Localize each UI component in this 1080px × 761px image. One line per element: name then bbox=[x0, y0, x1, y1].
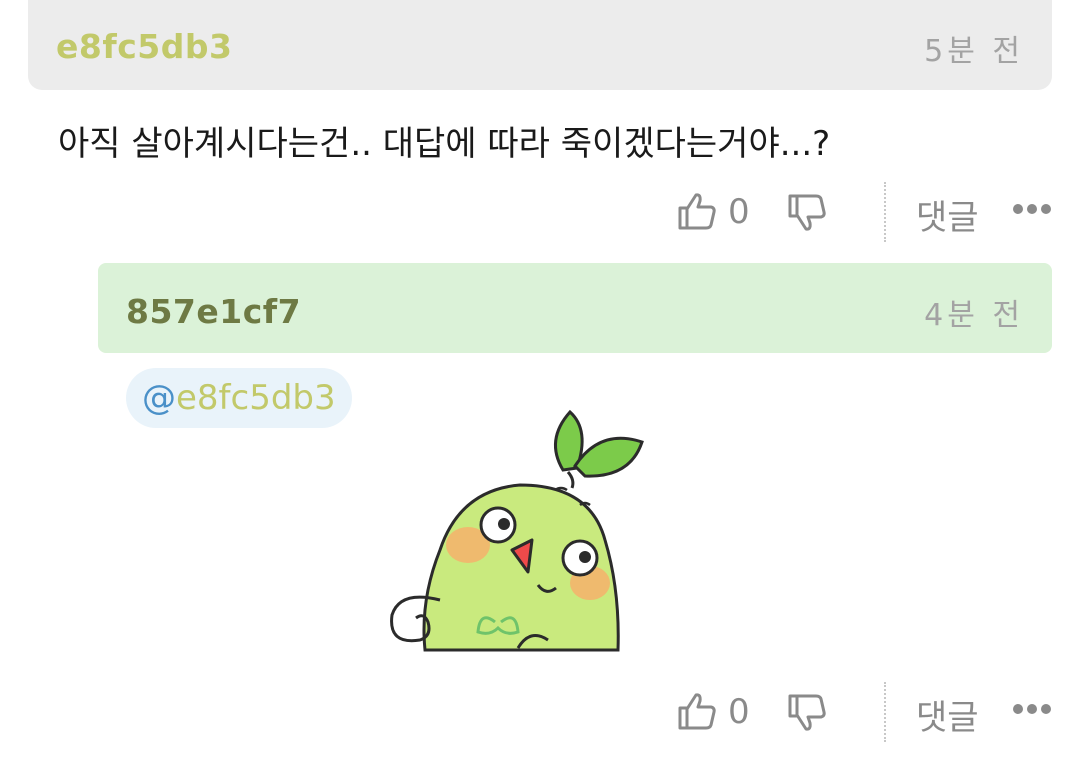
reply-button[interactable]: 댓글 bbox=[916, 690, 979, 739]
action-divider bbox=[884, 682, 886, 742]
comment-text: 아직 살아계시다는건.. 대답에 따라 죽이겠다는거야...? bbox=[58, 124, 831, 164]
reply-actions: 0 댓글 bbox=[670, 682, 1060, 742]
more-dots-icon bbox=[1013, 704, 1051, 714]
like-button[interactable] bbox=[676, 690, 718, 736]
reply-button[interactable]: 댓글 bbox=[916, 190, 979, 239]
like-button[interactable] bbox=[676, 190, 718, 236]
reply-header: 857e1cf7 4분 전 bbox=[98, 263, 1052, 353]
more-dots-icon bbox=[1013, 204, 1051, 214]
comment-actions: 0 댓글 bbox=[670, 182, 1060, 242]
sticker-image bbox=[380, 400, 650, 664]
like-count: 0 bbox=[728, 192, 750, 232]
thumbs-up-icon bbox=[678, 193, 716, 230]
more-button[interactable] bbox=[1012, 194, 1052, 228]
like-count: 0 bbox=[728, 692, 750, 732]
thumbs-up-icon bbox=[678, 693, 716, 730]
thumbs-down-icon bbox=[788, 194, 826, 231]
reply-time: 4분 전 bbox=[924, 298, 1024, 333]
comment-author[interactable]: e8fc5db3 bbox=[56, 27, 232, 66]
reply-author[interactable]: 857e1cf7 bbox=[126, 292, 301, 331]
thumbs-down-icon bbox=[788, 694, 826, 731]
action-divider bbox=[884, 182, 886, 242]
dislike-button[interactable] bbox=[786, 192, 828, 238]
comment-time: 5분 전 bbox=[924, 34, 1024, 69]
more-button[interactable] bbox=[1012, 694, 1052, 728]
comment-header: e8fc5db3 5분 전 bbox=[28, 0, 1052, 90]
mention-tag[interactable]: @e8fc5db3 bbox=[126, 368, 352, 428]
mention-at: @ bbox=[142, 378, 176, 418]
dislike-button[interactable] bbox=[786, 692, 828, 738]
mention-name: e8fc5db3 bbox=[176, 378, 336, 418]
